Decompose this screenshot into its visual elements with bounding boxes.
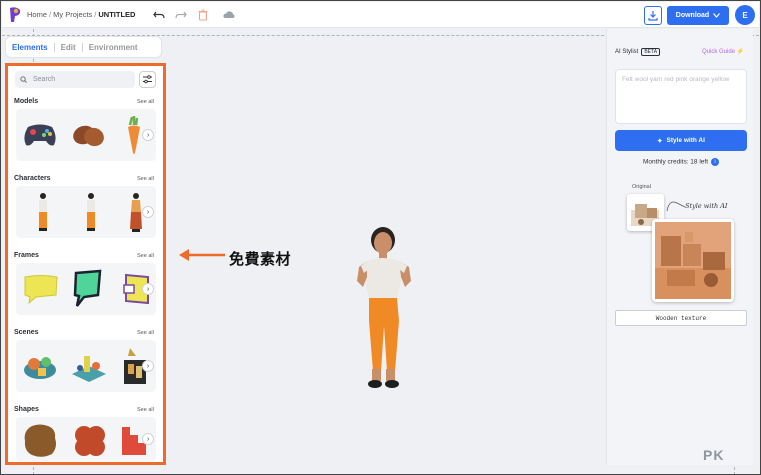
shape-flower-red[interactable] bbox=[72, 423, 108, 459]
credits-text: Monthly credits: 18 left bbox=[642, 158, 709, 166]
models-next-button[interactable]: › bbox=[142, 129, 154, 141]
redo-icon[interactable] bbox=[174, 8, 188, 22]
character-thumb-2[interactable] bbox=[84, 192, 98, 234]
texture-label-box: Wooden texture bbox=[615, 310, 747, 326]
sliders-icon bbox=[143, 75, 152, 84]
see-all-shapes-link[interactable]: See all bbox=[137, 407, 154, 413]
section-title-scenes: Scenes bbox=[14, 329, 39, 336]
breadcrumb-project-name[interactable]: UNTITLED bbox=[98, 10, 135, 19]
scene-thumb-1[interactable] bbox=[20, 348, 60, 384]
tab-elements[interactable]: Elements bbox=[6, 43, 54, 52]
quick-guide-label: Quick Guide bbox=[702, 49, 736, 55]
scenes-next-button[interactable]: › bbox=[142, 360, 154, 372]
see-all-frames-link[interactable]: See all bbox=[137, 253, 154, 259]
info-icon[interactable]: i bbox=[711, 158, 720, 166]
breadcrumb-home[interactable]: Home bbox=[27, 10, 47, 19]
style-prompt-textarea[interactable]: Felt wool yarn red pink orange yellow bbox=[615, 69, 747, 124]
nuts-model[interactable] bbox=[70, 117, 106, 151]
ai-stylist-title: AI Stylist BETA bbox=[615, 48, 661, 56]
sparkle-icon: ✦ bbox=[657, 137, 663, 145]
character-model[interactable] bbox=[349, 221, 419, 393]
characters-row: › bbox=[16, 186, 156, 238]
watermark: PK bbox=[703, 447, 725, 463]
frames-row: › bbox=[16, 263, 156, 315]
speech-bubble-yellow[interactable] bbox=[22, 273, 60, 305]
speech-bubble-green[interactable] bbox=[72, 269, 104, 309]
models-row: › bbox=[16, 109, 156, 161]
top-bar: Home / My Projects / UNTITLED Download E bbox=[2, 2, 759, 28]
search-icon bbox=[20, 76, 27, 83]
breadcrumb: Home / My Projects / UNTITLED bbox=[27, 10, 136, 19]
shapes-row: › bbox=[16, 417, 156, 461]
scene-thumb-2[interactable] bbox=[70, 348, 108, 384]
lightning-icon: ⚡ bbox=[736, 49, 745, 55]
elements-panel: Search Models See all › Characters See a… bbox=[5, 63, 166, 465]
shapes-next-button[interactable]: › bbox=[142, 433, 154, 445]
see-all-models-link[interactable]: See all bbox=[137, 99, 154, 105]
style-with-ai-label: Style with AI bbox=[666, 137, 705, 144]
section-title-characters: Characters bbox=[14, 175, 51, 182]
section-title-frames: Frames bbox=[14, 252, 39, 259]
app-window: Home/My Projects/UNTITLED Download E bbox=[0, 0, 761, 475]
scenes-row: › bbox=[16, 340, 156, 392]
shape-blob-brown[interactable] bbox=[22, 423, 58, 459]
cloud-save-icon[interactable] bbox=[222, 8, 236, 22]
gamepad-model[interactable] bbox=[22, 117, 58, 151]
original-label: Original bbox=[632, 184, 651, 190]
beta-badge: BETA bbox=[641, 48, 661, 56]
download-button[interactable]: Download bbox=[667, 6, 729, 25]
ai-stylist-label: AI Stylist bbox=[615, 49, 639, 55]
filter-button[interactable] bbox=[139, 71, 156, 88]
frames-next-button[interactable]: › bbox=[142, 283, 154, 295]
wooden-scene-render bbox=[655, 222, 731, 299]
quick-guide-link[interactable]: Quick Guide ⚡ bbox=[702, 48, 744, 55]
character-thumb-1[interactable] bbox=[36, 192, 50, 234]
undo-icon[interactable] bbox=[152, 8, 166, 22]
download-tray-icon bbox=[648, 11, 658, 21]
ai-stylist-panel: AI Stylist BETA Quick Guide ⚡ Felt wool … bbox=[606, 29, 753, 465]
chevron-down-icon bbox=[713, 13, 721, 18]
breadcrumb-my-projects[interactable]: My Projects bbox=[53, 10, 92, 19]
style-with-ai-caption: Style with AI bbox=[685, 202, 728, 210]
see-all-scenes-link[interactable]: See all bbox=[137, 330, 154, 336]
credits-info: Monthly credits: 18 left i bbox=[615, 158, 747, 166]
search-input[interactable]: Search bbox=[15, 71, 135, 88]
style-with-ai-button[interactable]: ✦ Style with AI bbox=[615, 130, 747, 151]
app-logo-icon[interactable] bbox=[8, 6, 22, 23]
curved-arrow-icon bbox=[666, 201, 686, 212]
characters-next-button[interactable]: › bbox=[142, 206, 154, 218]
annotation-arrow-icon bbox=[179, 249, 225, 261]
styled-result-image bbox=[652, 219, 734, 302]
tab-edit[interactable]: Edit bbox=[55, 43, 82, 52]
tab-environment[interactable]: Environment bbox=[83, 43, 144, 52]
export-icon-button[interactable] bbox=[644, 6, 662, 25]
section-title-shapes: Shapes bbox=[14, 406, 39, 413]
delete-icon[interactable] bbox=[196, 8, 210, 22]
download-label: Download bbox=[675, 12, 710, 19]
panel-tabs: Elements Edit Environment bbox=[5, 36, 162, 58]
section-title-models: Models bbox=[14, 98, 39, 105]
annotation-label: 免費素材 bbox=[229, 251, 292, 268]
user-avatar[interactable]: E bbox=[735, 5, 755, 25]
search-placeholder: Search bbox=[33, 76, 56, 83]
see-all-characters-link[interactable]: See all bbox=[137, 176, 154, 182]
